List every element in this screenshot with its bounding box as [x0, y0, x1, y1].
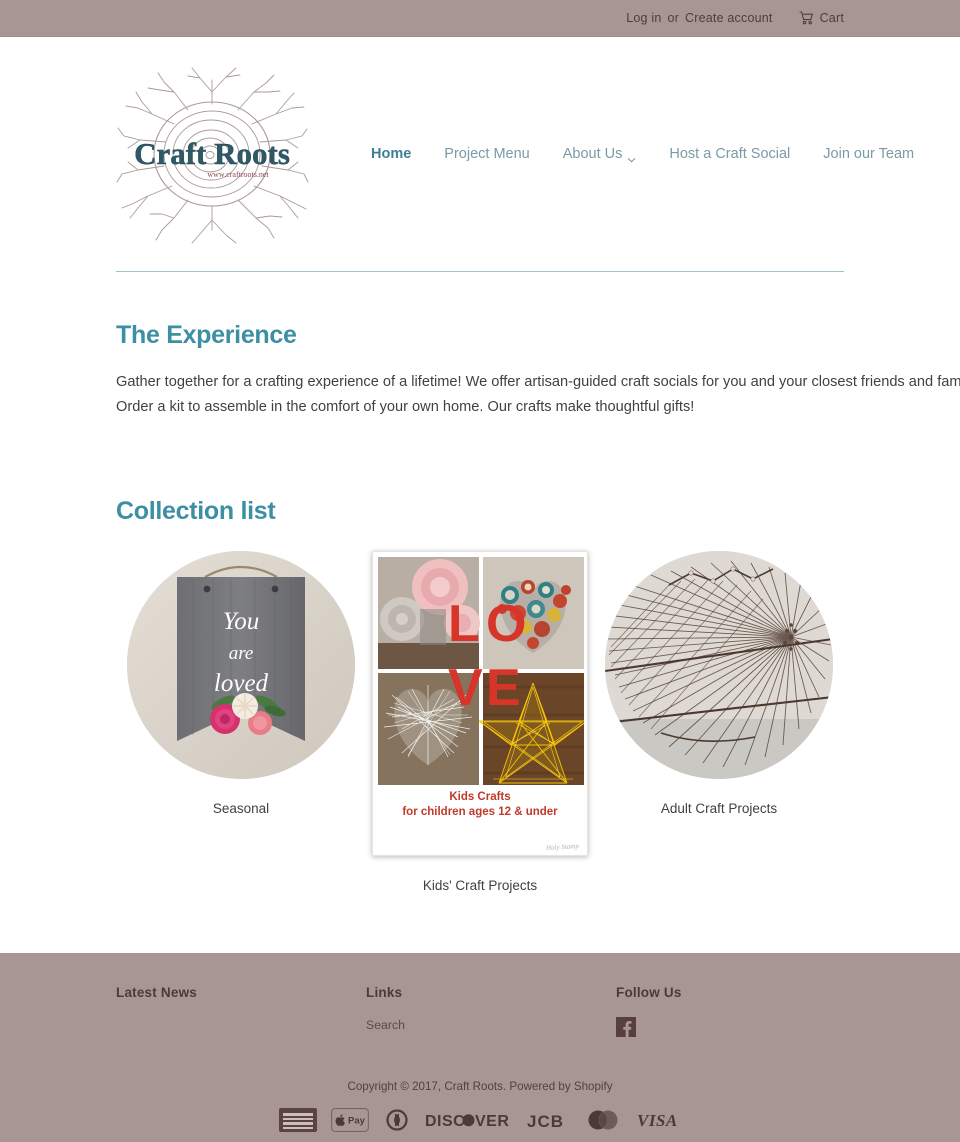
experience-heading: The Experience [116, 321, 297, 349]
login-separator: or [667, 11, 679, 25]
chevron-down-icon [627, 151, 636, 163]
collection-list: You are loved Seasonal L O V E Kids Craf… [116, 551, 844, 893]
visa-icon: VISA [637, 1108, 681, 1132]
flyer-caption: Kids Crafts for children ages 12 & under [373, 790, 587, 820]
overlay-letter-l: L [448, 595, 480, 653]
overlay-letter-o: O [486, 595, 526, 653]
footer-heading-follow-us: Follow Us [616, 985, 682, 1000]
experience-body: Gather together for a crafting experienc… [116, 374, 960, 415]
sign-text-line2: are [229, 643, 254, 664]
sign-text-line1: You [223, 608, 260, 635]
nav-item-project-menu-label: Project Menu [444, 146, 530, 162]
discover-icon: DISC VER [425, 1108, 513, 1132]
nav-item-host-a-craft-social-label: Host a Craft Social [669, 146, 791, 162]
overlay-letter-v: V [448, 659, 483, 717]
footer-column-latest-news: Latest News [116, 985, 366, 1042]
nav-item-about-us[interactable]: About Us [563, 142, 637, 166]
cart-link[interactable]: Cart [799, 11, 844, 25]
main-content: The Experience Gather together for a cra… [0, 271, 960, 893]
mastercard-icon [583, 1108, 623, 1132]
flyer-signature-watermark: Holy Stamp [545, 841, 580, 853]
cart-label: Cart [819, 11, 844, 25]
nav-item-project-menu[interactable]: Project Menu [444, 142, 529, 166]
site-header: Craft Roots www.craftroots.net Home Proj… [0, 37, 960, 267]
sign-text-line3: loved [214, 670, 269, 697]
top-account-bar: Log in or Create account Cart [0, 0, 960, 37]
logo-brand-text: Craft Roots [134, 136, 290, 171]
payment-icons: Pay DISC VER JCB VISA [116, 1108, 844, 1132]
svg-text:VISA: VISA [637, 1111, 678, 1130]
amex-icon [279, 1108, 317, 1132]
jcb-icon: JCB [527, 1108, 569, 1132]
nav-item-host-a-craft-social[interactable]: Host a Craft Social [669, 142, 790, 166]
nav-item-about-us-label: About Us [562, 146, 623, 162]
footer-columns: Latest News Links Search Follow Us [116, 953, 844, 1042]
overlay-letter-e: E [486, 659, 521, 717]
shopping-cart-icon [799, 11, 814, 25]
collection-list-heading: Collection list [116, 497, 276, 525]
logo-url-text: www.craftroots.net [207, 170, 269, 179]
facebook-icon[interactable] [616, 1017, 636, 1042]
wood-sign-you-are-loved-image[interactable]: You are loved [127, 551, 355, 779]
nav-item-join-our-team-label: Join our Team [823, 146, 915, 162]
site-footer: Latest News Links Search Follow Us Copyr… [0, 953, 960, 1142]
collection-item-kids-craft-projects[interactable]: L O V E Kids Crafts for children ages 12… [366, 551, 594, 893]
kids-crafts-flyer-image[interactable]: L O V E Kids Crafts for children ages 12… [372, 551, 588, 856]
svg-text:DISC: DISC [425, 1113, 465, 1130]
string-art-closeup-image[interactable] [605, 551, 833, 779]
footer-heading-links: Links [366, 985, 403, 1000]
diners-club-icon [383, 1108, 411, 1132]
footer-link-search[interactable]: Search [366, 1018, 616, 1032]
svg-text:JCB: JCB [527, 1112, 564, 1131]
svg-text:Pay: Pay [348, 1116, 366, 1127]
login-link[interactable]: Log in [626, 11, 661, 25]
footer-heading-latest-news: Latest News [116, 985, 197, 1000]
flyer-caption-line1: Kids Crafts [449, 791, 511, 803]
flyer-caption-line2: for children ages 12 & under [402, 806, 558, 818]
collection-item-label: Kids' Craft Projects [422, 878, 538, 893]
top-account-bar-inner: Log in or Create account Cart [626, 11, 844, 25]
collection-item-label: Seasonal [212, 801, 270, 816]
tree-with-roots-logo: Craft Roots www.craftroots.net [116, 67, 309, 243]
svg-text:VER: VER [475, 1113, 509, 1130]
nav-item-home-label: Home [371, 146, 412, 162]
apple-pay-icon: Pay [331, 1108, 369, 1132]
collection-item-label: Adult Craft Projects [660, 801, 778, 816]
create-account-link[interactable]: Create account [685, 11, 773, 25]
nav-item-join-our-team[interactable]: Join our Team [823, 142, 914, 166]
copyright-text: Copyright © 2017, Craft Roots. Powered b… [347, 1080, 613, 1093]
footer-column-links: Links Search [366, 985, 616, 1042]
footer-column-follow-us: Follow Us [616, 985, 844, 1042]
collection-item-seasonal[interactable]: You are loved Seasonal [116, 551, 366, 893]
site-logo[interactable]: Craft Roots www.craftroots.net [116, 62, 309, 247]
main-navigation: Home Project Menu About Us Host a Craft … [309, 142, 914, 166]
collection-item-adult-craft-projects[interactable]: Adult Craft Projects [594, 551, 844, 893]
nav-item-home[interactable]: Home [371, 142, 411, 166]
header-divider [116, 271, 844, 272]
